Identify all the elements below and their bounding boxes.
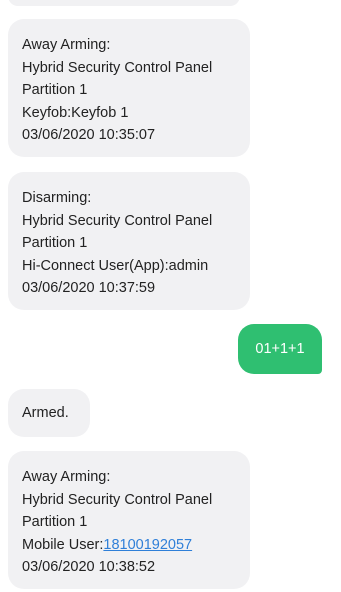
message-line: Keyfob:Keyfob 1 [22,104,129,121]
message-line: Mobile User:18100192057 [22,534,236,557]
received-message-bubble[interactable]: Disarming: Hybrid Security Control Panel… [8,172,250,310]
received-message-bubble[interactable]: Away Arming: Hybrid Security Control Pan… [8,451,250,589]
received-message-bubble[interactable]: Away Arming: Hybrid Security Control Pan… [8,19,250,157]
message-line: Armed. [22,405,69,421]
sent-message-bubble[interactable]: 01+1+1 [238,324,322,374]
message-timestamp: 03/06/2020 10:35:07 [22,127,156,143]
message-line: Hybrid Security Control Panel [22,491,213,508]
message-line: Away Arming: [22,37,111,53]
mobile-user-label: Mobile User: [22,536,104,553]
phone-number-link[interactable]: 18100192057 [103,537,192,553]
received-message-bubble[interactable]: Armed. [8,389,90,437]
message-line: Hi-Connect User(App):admin [22,257,209,274]
message-line: Disarming: [22,190,92,206]
message-timestamp: 03/06/2020 10:37:59 [22,280,156,296]
message-thread: Away Arming: Hybrid Security Control Pan… [0,0,341,592]
message-timestamp: 03/06/2020 10:38:52 [22,559,156,575]
message-line: Away Arming: [22,469,111,485]
message-line: Partition 1 [22,82,88,98]
message-line: Hybrid Security Control Panel [22,212,213,229]
message-line: Hybrid Security Control Panel [22,59,213,76]
previous-message-bubble [8,0,240,6]
message-line: Partition 1 [22,514,88,530]
message-line: Partition 1 [22,235,88,251]
